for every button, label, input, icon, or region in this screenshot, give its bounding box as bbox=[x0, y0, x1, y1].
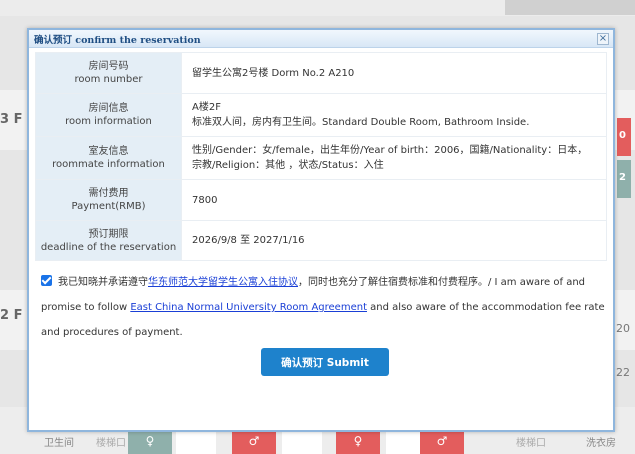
laundry-label: 洗衣房 bbox=[586, 438, 616, 449]
reservation-info-table: 房间号码 room number 留学生公寓2号楼 Dorm No.2 A210… bbox=[35, 52, 607, 261]
label-cn: 预订期限 bbox=[88, 228, 129, 240]
close-icon[interactable]: × bbox=[597, 32, 609, 45]
background-room-number: 22 bbox=[616, 366, 630, 379]
payment-value: 7800 bbox=[181, 179, 607, 221]
dialog-title: 确认预订 confirm the reservation bbox=[34, 34, 201, 46]
bathroom-label: 卫生间 bbox=[44, 438, 74, 449]
row-label: 房间号码 room number bbox=[35, 52, 182, 94]
agreement-link-en[interactable]: East China Normal University Room Agreem… bbox=[130, 302, 367, 313]
confirm-reservation-dialog: 确认预订 confirm the reservation × 房间号码 room… bbox=[27, 28, 615, 432]
agreement-link-cn[interactable]: 华东师范大学留学生公寓入住协议 bbox=[148, 277, 298, 288]
submit-button[interactable]: 确认预订 Submit bbox=[261, 348, 389, 376]
row-label: 预订期限 deadline of the reservation bbox=[35, 220, 182, 261]
background-top-button[interactable] bbox=[505, 0, 635, 15]
agreement-checkbox[interactable] bbox=[41, 275, 52, 286]
room-building-floor: A楼2F bbox=[192, 102, 221, 113]
room-information-value: A楼2F 标准双人间，房内有卫生间。Standard Double Room, … bbox=[181, 93, 607, 137]
row-label: 房间信息 room information bbox=[35, 93, 182, 137]
room-number-value: 留学生公寓2号楼 Dorm No.2 A210 bbox=[181, 52, 607, 94]
background-room-cell[interactable]: 2 bbox=[617, 160, 631, 198]
row-label: 室友信息 roommate information bbox=[35, 136, 182, 180]
room-type-description: 标准双人间，房内有卫生间。Standard Double Room, Bathr… bbox=[192, 117, 530, 128]
label-en: roommate information bbox=[52, 159, 165, 170]
label-en: room number bbox=[74, 74, 143, 85]
agreement-statement: 我已知晓并承诺遵守华东师范大学留学生公寓入住协议，同时也充分了解住宿费标准和付费… bbox=[41, 270, 613, 345]
agreement-text: 我已知晓并承诺遵守 bbox=[58, 277, 148, 288]
roommate-information-value: 性别/Gender：女/female，出生年份/Year of birth：20… bbox=[181, 136, 607, 180]
table-row: 室友信息 roommate information 性别/Gender：女/fe… bbox=[35, 136, 607, 180]
dialog-header: 确认预订 confirm the reservation × bbox=[29, 30, 613, 48]
male-icon[interactable]: ♂ bbox=[420, 430, 464, 454]
stairs-label: 楼梯口 bbox=[96, 438, 126, 449]
floor-label-2f: 2 F bbox=[0, 308, 23, 323]
table-row: 需付费用 Payment(RMB) 7800 bbox=[35, 179, 607, 221]
label-en: room information bbox=[65, 116, 152, 127]
floor-label-3f: 3 F bbox=[0, 112, 23, 127]
label-en: Payment(RMB) bbox=[71, 201, 146, 212]
label-cn: 需付费用 bbox=[88, 188, 129, 199]
female-icon[interactable]: ♀ bbox=[128, 430, 172, 454]
table-row: 房间号码 room number 留学生公寓2号楼 Dorm No.2 A210 bbox=[35, 52, 607, 94]
background-room-cell[interactable]: 0 bbox=[617, 118, 631, 156]
male-icon[interactable]: ♂ bbox=[232, 430, 276, 454]
row-label: 需付费用 Payment(RMB) bbox=[35, 179, 182, 221]
label-en: deadline of the reservation bbox=[40, 241, 177, 253]
label-cn: 房间信息 bbox=[88, 103, 129, 114]
table-row: 预订期限 deadline of the reservation 2026/9/… bbox=[35, 220, 607, 261]
table-row: 房间信息 room information A楼2F 标准双人间，房内有卫生间。… bbox=[35, 93, 607, 137]
label-cn: 室友信息 bbox=[88, 146, 129, 157]
background-room-number: 20 bbox=[616, 322, 630, 335]
deadline-value: 2026/9/8 至 2027/1/16 bbox=[181, 220, 607, 261]
label-cn: 房间号码 bbox=[88, 61, 129, 72]
stairs-label: 楼梯口 bbox=[516, 438, 546, 449]
female-icon[interactable]: ♀ bbox=[336, 430, 380, 454]
background-empty-cell bbox=[176, 430, 216, 454]
background-empty-cell bbox=[282, 430, 322, 454]
